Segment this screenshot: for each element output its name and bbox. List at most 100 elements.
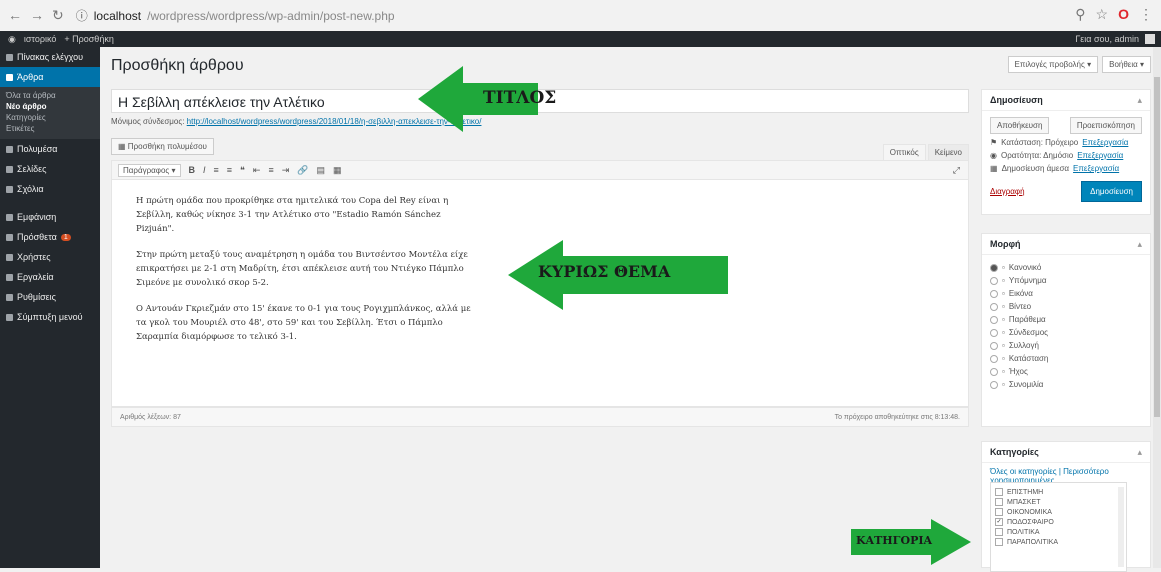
fullscreen-icon[interactable]: ⤢ (953, 165, 960, 176)
format-option[interactable]: ▫ Ήχος (982, 365, 1150, 378)
category-checkbox[interactable] (995, 488, 1003, 496)
radio-button[interactable] (990, 380, 998, 389)
radio-button[interactable] (990, 354, 998, 363)
category-item[interactable]: ΟΙΚΟΝΟΜΙΚΑ (991, 507, 1126, 517)
sidebar-item-appearance[interactable]: Εμφάνιση (0, 207, 100, 227)
submenu-tags[interactable]: Ετικέτες (0, 124, 100, 135)
format-option[interactable]: ▫ Συλλογή (982, 339, 1150, 352)
category-checkbox[interactable] (995, 538, 1003, 546)
format-option[interactable]: ▫ Κατάσταση (982, 352, 1150, 365)
category-item[interactable]: ΠΑΡΑΠΟΛΙΤΙΚΑ (991, 537, 1126, 547)
format-option[interactable]: ▫ Εικόνα (982, 287, 1150, 300)
tab-all-categories[interactable]: Όλες οι κατηγορίες (990, 467, 1057, 476)
bold-icon[interactable]: B (189, 165, 196, 175)
category-checkbox[interactable] (995, 508, 1003, 516)
read-more-icon[interactable]: ▤ (316, 165, 325, 176)
edit-status-link[interactable]: Επεξεργασία (1082, 138, 1128, 147)
align-left-icon[interactable]: ⇤ (253, 165, 261, 176)
user-greeting[interactable]: Γεια σου, admin (1075, 34, 1139, 44)
format-option[interactable]: ▫ Συνομιλία (982, 378, 1150, 391)
new-content-link[interactable]: + Προσθήκη (64, 34, 113, 44)
numbered-list-icon[interactable]: ≡ (227, 165, 232, 175)
radio-button[interactable] (990, 341, 998, 350)
search-icon[interactable]: ⚲ (1075, 6, 1085, 23)
tab-visual[interactable]: Οπτικός (882, 144, 926, 161)
link-icon[interactable]: 🔗 (297, 165, 308, 176)
submenu-categories[interactable]: Κατηγορίες (0, 113, 100, 124)
category-item[interactable]: ✓ ΠΟΔΟΣΦΑΙΡΟ (991, 517, 1126, 527)
category-scrollbar[interactable] (1118, 487, 1124, 567)
format-select[interactable]: Παράγραφος ▾ (118, 163, 181, 177)
format-select-label: Παράγραφος (123, 165, 170, 175)
edit-visibility-link[interactable]: Επεξεργασία (1077, 151, 1123, 160)
tab-text[interactable]: Κείμενο (927, 144, 969, 161)
page-scrollbar[interactable] (1153, 47, 1161, 568)
submenu-new-post[interactable]: Νέο άρθρο (0, 102, 100, 113)
radio-button[interactable] (990, 289, 998, 298)
align-right-icon[interactable]: ⇥ (282, 165, 290, 176)
screen-options-button[interactable]: Επιλογές προβολής ▾ (1007, 56, 1099, 73)
format-option[interactable]: ▫ Σύνδεσμος (982, 326, 1150, 339)
sidebar-item-comments[interactable]: Σχόλια (0, 179, 100, 199)
sidebar-item-collapse[interactable]: Σύμπτυξη μενού (0, 307, 100, 327)
admin-sidebar: Πίνακας ελέγχου Άρθρα Όλα τα άρθρα Νέο ά… (0, 47, 100, 568)
format-icon: ▫ (1002, 276, 1005, 285)
format-option[interactable]: ▫ Βίντεο (982, 300, 1150, 313)
help-button[interactable]: Βοήθεια ▾ (1102, 56, 1151, 73)
schedule-text: Δημοσίευση άμεσα (1001, 164, 1070, 173)
edit-schedule-link[interactable]: Επεξεργασία (1073, 164, 1119, 173)
star-icon[interactable]: ☆ (1096, 6, 1109, 23)
wp-logo-icon[interactable]: ◉ (8, 34, 16, 45)
radio-button[interactable] (990, 328, 998, 337)
sidebar-item-pages[interactable]: Σελίδες (0, 159, 100, 179)
italic-icon[interactable]: I (203, 165, 206, 175)
format-label: Συλλογή (1008, 341, 1039, 350)
format-option[interactable]: ▫ Παράθεμα (982, 313, 1150, 326)
sidebar-item-posts[interactable]: Άρθρα (0, 67, 100, 87)
toggle-icon[interactable]: ▴ (1137, 447, 1142, 458)
sidebar-item-users[interactable]: Χρήστες (0, 247, 100, 267)
preview-button[interactable]: Προεπισκόπηση (1069, 117, 1142, 134)
sidebar-item-tools[interactable]: Εργαλεία (0, 267, 100, 287)
radio-button[interactable] (990, 315, 998, 324)
category-item[interactable]: ΜΠΑΣΚΕΤ (991, 497, 1126, 507)
format-option[interactable]: ▫ Υπόμνημα (982, 274, 1150, 287)
toolbar-toggle-icon[interactable]: ▦ (333, 165, 342, 176)
format-option[interactable]: ▫ Κανονικό (982, 261, 1150, 274)
category-checkbox[interactable] (995, 498, 1003, 506)
trash-link[interactable]: Διαγραφή (990, 187, 1025, 196)
sidebar-item-settings[interactable]: Ρυθμίσεις (0, 287, 100, 307)
bullet-list-icon[interactable]: ≡ (214, 165, 219, 175)
category-checkbox[interactable] (995, 528, 1003, 536)
avatar[interactable] (1145, 34, 1155, 44)
toggle-icon[interactable]: ▴ (1137, 95, 1142, 106)
submenu-all-posts[interactable]: Όλα τα άρθρα (0, 91, 100, 102)
sidebar-item-dashboard[interactable]: Πίνακας ελέγχου (0, 47, 100, 67)
radio-button[interactable] (990, 367, 998, 376)
toggle-icon[interactable]: ▴ (1137, 239, 1142, 250)
scrollbar-thumb[interactable] (1154, 77, 1160, 417)
reload-icon[interactable]: ↻ (52, 7, 64, 24)
add-media-button[interactable]: ▦ Προσθήκη πολυμέσου (111, 138, 214, 155)
address-bar[interactable]: ⓘ localhost/wordpress/wordpress/wp-admin… (76, 7, 395, 24)
publish-button[interactable]: Δημοσίευση (1081, 181, 1142, 202)
sidebar-item-plugins[interactable]: Πρόσθετα 1 (0, 227, 100, 247)
category-item[interactable]: ΕΠΙΣΤΗΜΗ (991, 487, 1126, 497)
category-item[interactable]: ΠΟΛΙΤΙΚΑ (991, 527, 1126, 537)
align-center-icon[interactable]: ≡ (268, 165, 273, 175)
category-checkbox[interactable]: ✓ (995, 518, 1003, 526)
radio-button[interactable] (990, 302, 998, 311)
sidebar-item-media[interactable]: Πολυμέσα (0, 139, 100, 159)
save-draft-button[interactable]: Αποθήκευση (990, 117, 1050, 134)
radio-button[interactable] (990, 263, 998, 272)
blockquote-icon[interactable]: ❝ (240, 165, 245, 176)
sidebar-item-label: Άρθρα (17, 72, 44, 82)
info-icon[interactable]: ⓘ (76, 7, 88, 24)
format-label: Συνομιλία (1008, 380, 1044, 389)
radio-button[interactable] (990, 276, 998, 285)
menu-icon[interactable]: ⋮ (1139, 6, 1153, 23)
forward-icon[interactable]: → (30, 7, 44, 24)
opera-icon[interactable]: O (1118, 6, 1129, 23)
site-name[interactable]: ιστορικό (24, 34, 57, 44)
back-icon[interactable]: ← (8, 7, 22, 24)
